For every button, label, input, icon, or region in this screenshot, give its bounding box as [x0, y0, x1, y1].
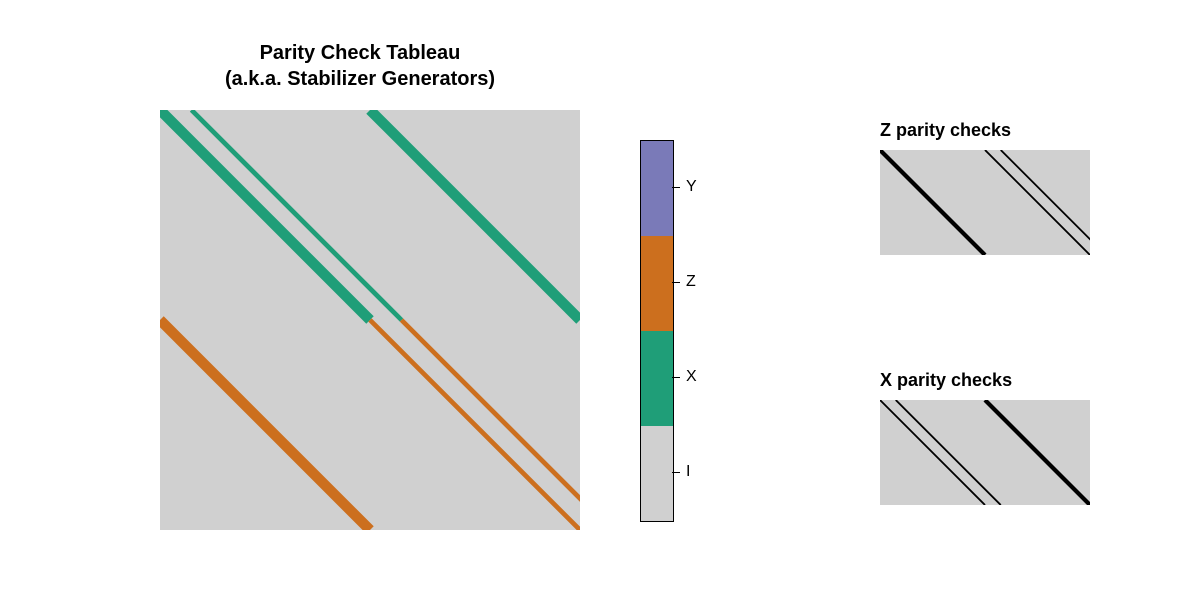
- colorbar-seg-i: [641, 426, 673, 521]
- z-checks-title: Z parity checks: [880, 120, 1090, 141]
- x-band-2: [896, 400, 1001, 505]
- cb-label-i: I: [686, 463, 690, 481]
- x-checks-title: X parity checks: [880, 370, 1090, 391]
- main-title-line1: Parity Check Tableau: [260, 42, 461, 64]
- main-tableau-svg: [160, 110, 580, 530]
- band-z-thin2: [402, 320, 581, 530]
- band-x-right: [370, 110, 580, 320]
- x-band-3: [985, 400, 1090, 505]
- z-band-3: [1001, 150, 1090, 255]
- x-band-1: [880, 400, 985, 505]
- z-checks-svg: [880, 150, 1090, 255]
- cb-tick-z: [672, 282, 680, 283]
- colorbar: [640, 140, 674, 522]
- colorbar-seg-x: [641, 331, 673, 426]
- main-title: Parity Check Tableau (a.k.a. Stabilizer …: [150, 40, 570, 92]
- cb-label-z: Z: [686, 273, 696, 291]
- cb-tick-y: [672, 187, 680, 188]
- z-band-1: [880, 150, 985, 255]
- z-band-2: [985, 150, 1090, 255]
- band-x-main: [160, 110, 370, 320]
- x-checks-panel: [880, 400, 1090, 505]
- cb-tick-i: [672, 472, 680, 473]
- colorbar-seg-y: [641, 141, 673, 236]
- cb-label-y: Y: [686, 178, 697, 196]
- band-z-main: [160, 320, 370, 530]
- z-checks-panel: [880, 150, 1090, 255]
- band-z-thin1: [370, 320, 580, 530]
- band-x-thin: [192, 110, 402, 320]
- cb-label-x: X: [686, 368, 697, 386]
- main-tableau-panel: [160, 110, 580, 530]
- main-title-line2: (a.k.a. Stabilizer Generators): [225, 68, 495, 90]
- colorbar-seg-z: [641, 236, 673, 331]
- cb-tick-x: [672, 377, 680, 378]
- x-checks-svg: [880, 400, 1090, 505]
